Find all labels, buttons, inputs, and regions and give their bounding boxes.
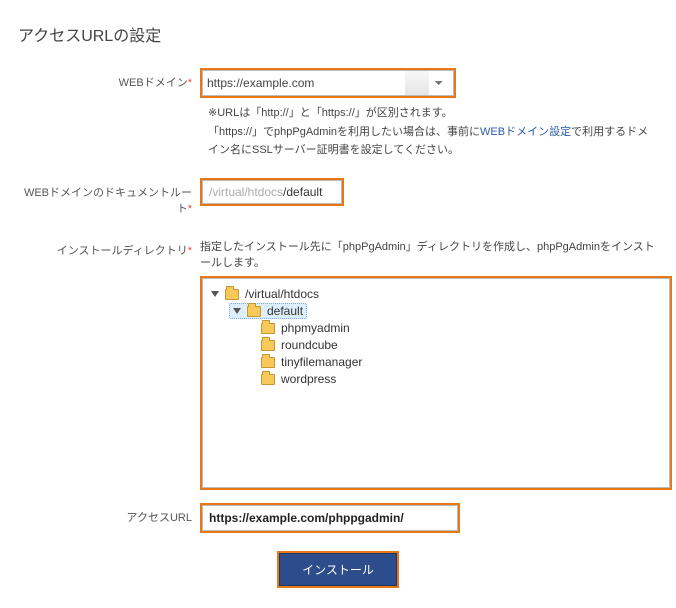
folder-icon	[261, 340, 275, 351]
caret-blank-icon	[247, 374, 257, 384]
caret-blank-icon	[247, 357, 257, 367]
page-title: アクセスURLの設定	[18, 22, 658, 46]
caret-blank-icon	[247, 340, 257, 350]
tree-node-label: /virtual/htdocs	[245, 287, 319, 301]
docroot-field: /virtual/htdocs/default	[202, 180, 342, 204]
caret-down-icon[interactable]	[233, 306, 243, 316]
label-web-domain: WEBドメイン*	[18, 68, 200, 90]
web-domain-highlight: https://example.com	[200, 68, 456, 98]
folder-icon	[261, 323, 275, 334]
label-docroot: WEBドメインのドキュメントルート*	[18, 178, 200, 216]
docroot-highlight: /virtual/htdocs/default	[200, 178, 344, 206]
tree-node[interactable]: wordpress	[247, 371, 663, 387]
caret-down-icon[interactable]	[211, 289, 221, 299]
access-url-input[interactable]	[202, 505, 458, 531]
install-dir-desc: 指定したインストール先に「phpPgAdmin」ディレクトリを作成し、phpPg…	[200, 236, 658, 270]
tree-node-label: tinyfilemanager	[281, 355, 362, 369]
tree-node[interactable]: phpmyadmin	[247, 320, 663, 336]
tree-node-label: roundcube	[281, 338, 338, 352]
tree-node-label: wordpress	[281, 372, 336, 386]
caret-blank-icon	[247, 323, 257, 333]
access-url-highlight	[200, 503, 460, 533]
tree-node[interactable]: roundcube	[247, 337, 663, 353]
folder-icon	[225, 289, 239, 300]
directory-tree[interactable]: /virtual/htdocs default	[202, 278, 670, 488]
folder-icon	[247, 306, 261, 317]
install-button-highlight: インストール	[277, 551, 399, 588]
folder-icon	[261, 357, 275, 368]
tree-highlight: /virtual/htdocs default	[200, 276, 672, 490]
install-button[interactable]: インストール	[279, 553, 397, 586]
tree-node-root[interactable]: /virtual/htdocs default	[211, 286, 663, 387]
domain-note: ※URLは「http://」と「https://」が区別されます。 「https…	[208, 104, 658, 160]
tree-node-label: default	[267, 304, 303, 318]
tree-node[interactable]: tinyfilemanager	[247, 354, 663, 370]
label-access-url: アクセスURL	[18, 503, 200, 525]
folder-icon	[261, 374, 275, 385]
tree-node-default[interactable]: default phpmyadmin	[229, 303, 663, 387]
web-domain-settings-link[interactable]: WEBドメイン設定	[480, 126, 571, 138]
tree-node-label: phpmyadmin	[281, 321, 350, 335]
web-domain-select[interactable]: https://example.com	[202, 70, 454, 96]
label-install-dir: インストールディレクトリ*	[18, 236, 200, 258]
